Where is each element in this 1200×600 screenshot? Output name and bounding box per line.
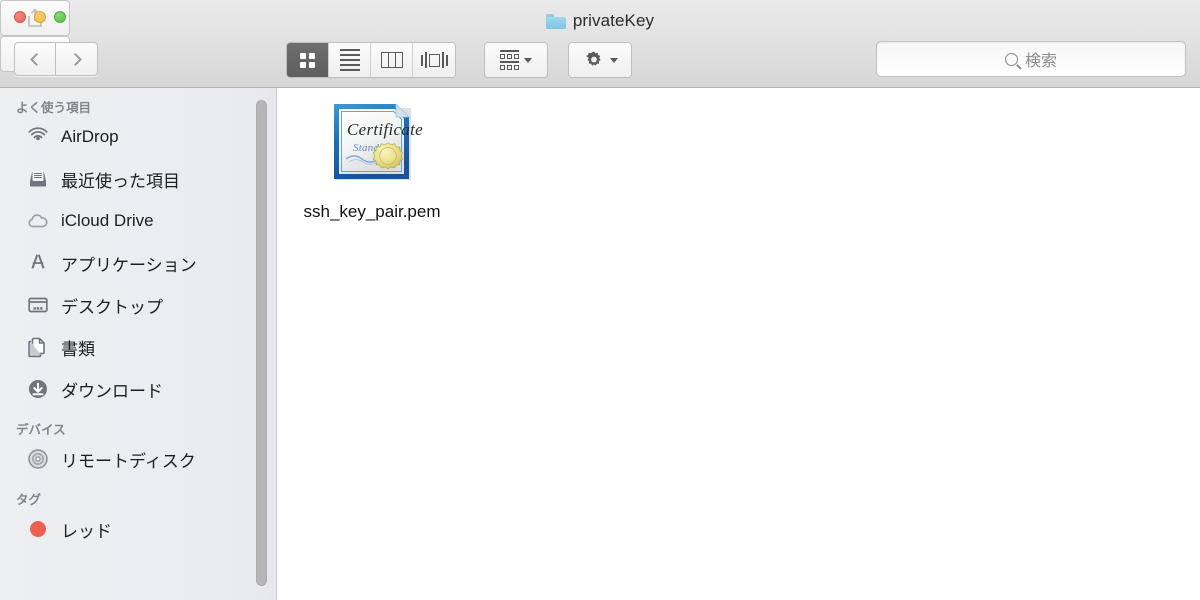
applications-icon <box>26 251 50 275</box>
file-list-area[interactable]: Certificate Standard ssh_key_pair.pem <box>278 88 1200 600</box>
coverflow-icon <box>420 52 448 68</box>
action-group <box>568 42 632 78</box>
chevron-down-icon <box>524 57 532 63</box>
sidebar-item-tag-red[interactable]: レッド <box>0 508 276 550</box>
finder-window: privateKey 検索 よく使う項目 AirDrop 最近使った項目 iCl… <box>0 0 1200 600</box>
close-button[interactable] <box>14 11 26 23</box>
window-title-bar: privateKey <box>0 9 1200 33</box>
sidebar-item-label: 最近使った項目 <box>61 171 180 191</box>
grid-icon <box>300 52 315 68</box>
list-item[interactable]: Certificate Standard ssh_key_pair.pem <box>290 96 454 222</box>
sidebar-item-label: iCloud Drive <box>61 211 154 230</box>
sidebar-item-label: AirDrop <box>61 127 119 146</box>
downloads-icon <box>26 377 50 401</box>
back-button[interactable] <box>14 42 56 76</box>
remote-disc-icon <box>26 447 50 471</box>
sidebar-item-applications[interactable]: アプリケーション <box>0 242 276 284</box>
chevron-down-icon <box>609 57 618 63</box>
list-icon <box>339 49 360 71</box>
search-placeholder: 検索 <box>1024 53 1057 70</box>
airdrop-icon <box>26 125 50 149</box>
arrange-group <box>484 42 548 78</box>
sidebar-item-label: リモートディスク <box>61 451 196 471</box>
view-mode-group <box>286 42 456 78</box>
sidebar-section-header-tags: タグ <box>16 493 42 507</box>
sidebar-item-downloads[interactable]: ダウンロード <box>0 368 276 410</box>
tag-dot-icon <box>26 517 50 541</box>
traffic-lights <box>14 11 66 23</box>
navigation-buttons <box>14 42 98 76</box>
list-view-button[interactable] <box>329 43 371 77</box>
sidebar-scrollbar[interactable] <box>256 88 268 600</box>
arrange-by-button[interactable] <box>485 43 547 77</box>
search-field[interactable]: 検索 <box>876 41 1186 77</box>
icon-view-button[interactable] <box>287 43 329 77</box>
svg-text:Certificate: Certificate <box>347 120 423 139</box>
sidebar-item-label: アプリケーション <box>61 255 197 275</box>
sidebar-item-icloud-drive[interactable]: iCloud Drive <box>0 200 276 242</box>
sidebar-item-label: 書類 <box>61 339 95 359</box>
forward-button[interactable] <box>56 42 98 76</box>
icloud-icon <box>26 209 50 233</box>
documents-icon <box>26 335 50 359</box>
chevron-right-icon <box>68 52 82 66</box>
sidebar-scrollbar-thumb[interactable] <box>256 100 267 586</box>
sidebar-item-label: デスクトップ <box>61 297 163 317</box>
recents-icon <box>26 167 50 191</box>
sidebar-item-desktop[interactable]: デスクトップ <box>0 284 276 326</box>
search-icon <box>1004 52 1018 66</box>
cover-flow-button[interactable] <box>413 43 455 77</box>
gear-icon <box>585 51 601 66</box>
sidebar-item-label: ダウンロード <box>61 381 163 401</box>
sidebar-item-label: レッド <box>61 521 112 541</box>
window-chrome: privateKey 検索 <box>0 0 1200 88</box>
page-title: privateKey <box>572 11 655 30</box>
chevron-left-icon <box>30 52 43 66</box>
desktop-icon <box>26 293 50 317</box>
sidebar: よく使う項目 AirDrop 最近使った項目 iCloud Drive アプリケ… <box>0 88 277 600</box>
sidebar-item-documents[interactable]: 書類 <box>0 326 276 368</box>
zoom-button[interactable] <box>54 11 66 23</box>
sidebar-item-airdrop[interactable]: AirDrop <box>0 116 276 158</box>
sidebar-section-header-devices: デバイス <box>16 423 66 437</box>
sidebar-item-recents[interactable]: 最近使った項目 <box>0 158 276 200</box>
file-name-label: ssh_key_pair.pem <box>303 202 441 221</box>
column-view-button[interactable] <box>371 43 413 77</box>
sidebar-section-header-favorites: よく使う項目 <box>16 101 92 115</box>
sidebar-item-remote-disc[interactable]: リモートディスク <box>0 438 276 480</box>
arrange-icon <box>500 50 519 70</box>
action-menu-button[interactable] <box>569 43 631 77</box>
minimize-button[interactable] <box>34 11 46 23</box>
columns-icon <box>380 52 403 68</box>
folder-icon <box>545 13 566 29</box>
certificate-icon: Certificate Standard <box>320 96 424 188</box>
